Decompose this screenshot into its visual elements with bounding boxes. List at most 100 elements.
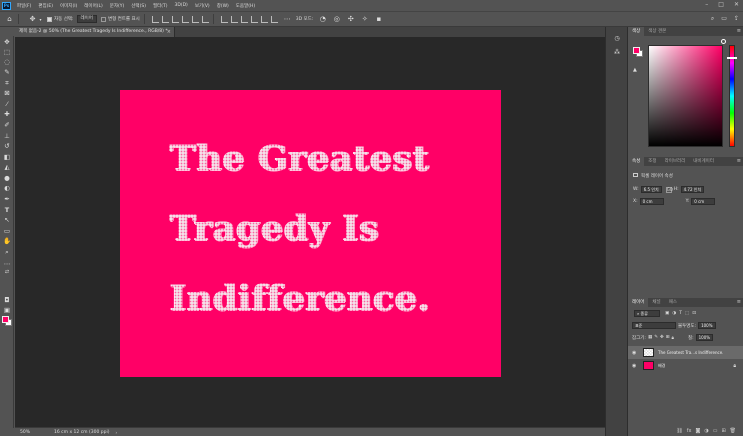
status-menu-arrow[interactable]: › bbox=[115, 430, 117, 435]
height-field[interactable]: 4.72 인치 bbox=[680, 186, 705, 193]
more-options-icon[interactable]: ⋯ bbox=[283, 15, 292, 24]
screen-mode-icon[interactable]: ▣ bbox=[3, 306, 11, 314]
lasso-tool-icon[interactable]: ◌ bbox=[3, 58, 11, 66]
frame-tool-icon[interactable]: ⊠ bbox=[3, 89, 11, 97]
filter-smart-icon[interactable]: ⊡ bbox=[692, 311, 696, 316]
share-icon[interactable]: ⇪ bbox=[734, 15, 739, 23]
panel-foreground-swatch[interactable] bbox=[633, 47, 640, 54]
hand-tool-icon[interactable]: ✋ bbox=[3, 237, 11, 245]
panel-menu-icon[interactable]: ≡ bbox=[737, 157, 741, 166]
auto-select-target-dropdown[interactable]: 레이어 bbox=[76, 15, 97, 23]
distribute-left-icon[interactable] bbox=[220, 15, 228, 23]
layer-row[interactable]: ◉ 배경 🔒︎ bbox=[628, 359, 743, 372]
menu-filter[interactable]: 필터(T) bbox=[153, 3, 168, 9]
lock-all-icon[interactable]: 🔒︎ bbox=[672, 335, 674, 341]
panel-menu-icon[interactable]: ≡ bbox=[737, 27, 741, 36]
menu-select[interactable]: 선택(S) bbox=[131, 3, 146, 9]
swap-colors-icon[interactable]: ⇄ bbox=[3, 268, 11, 276]
y-field[interactable]: 0 cm bbox=[691, 198, 716, 205]
quick-mask-icon[interactable]: ◘ bbox=[3, 296, 11, 304]
menu-layer[interactable]: 레이어(L) bbox=[84, 3, 102, 9]
fill-field[interactable]: 100% bbox=[695, 334, 714, 341]
menu-type[interactable]: 문자(Y) bbox=[110, 3, 125, 9]
history-brush-icon[interactable]: ↺ bbox=[3, 142, 11, 150]
distribute-center-icon[interactable] bbox=[230, 15, 238, 23]
filter-adjust-icon[interactable]: ◑ bbox=[672, 311, 676, 316]
lock-transparent-icon[interactable]: ▦ bbox=[648, 335, 652, 340]
visibility-eye-icon[interactable]: ◉ bbox=[632, 350, 640, 356]
hue-slider-handle[interactable] bbox=[727, 57, 737, 59]
align-bottom-icon[interactable] bbox=[201, 15, 209, 23]
opacity-field[interactable]: 100% bbox=[698, 322, 716, 329]
document-tab[interactable]: 제목 없음-2 @ 50% (The Greatest Tragedy Is I… bbox=[15, 27, 175, 37]
tab-color[interactable]: 색상 bbox=[628, 27, 645, 36]
align-center-icon[interactable] bbox=[161, 15, 169, 23]
width-field[interactable]: 6.5 인치 bbox=[640, 186, 662, 193]
crop-tool-icon[interactable]: ⌗ bbox=[3, 79, 11, 87]
rectangle-tool-icon[interactable]: ▭ bbox=[3, 227, 11, 235]
healing-brush-icon[interactable]: ✚ bbox=[3, 110, 11, 118]
search-icon[interactable]: ⌕ bbox=[711, 15, 714, 23]
brush-settings-icon[interactable]: ⁂ bbox=[613, 49, 621, 57]
color-picker-field[interactable] bbox=[648, 45, 723, 147]
new-group-icon[interactable]: ▭ bbox=[713, 428, 718, 434]
visibility-eye-icon[interactable]: ◉ bbox=[632, 363, 640, 369]
artboard[interactable]: The Greatest Tragedy Is Indifference. bbox=[120, 90, 501, 377]
tab-swatches[interactable]: 색상 견본 bbox=[644, 27, 670, 36]
zoom-tool-icon[interactable]: ⌕ bbox=[3, 248, 11, 256]
3d-scale-icon[interactable]: ▪ bbox=[374, 15, 383, 24]
menu-file[interactable]: 파일(F) bbox=[17, 3, 31, 9]
show-transform-checkbox[interactable] bbox=[100, 16, 106, 22]
menu-3d[interactable]: 3D(D) bbox=[175, 3, 188, 8]
path-select-icon[interactable]: ↖ bbox=[3, 216, 11, 224]
align-middle-icon[interactable] bbox=[191, 15, 199, 23]
add-mask-icon[interactable]: ◙ bbox=[695, 428, 700, 434]
marquee-tool-icon[interactable]: ⬚ bbox=[3, 48, 11, 56]
move-tool-icon[interactable]: ✥ bbox=[28, 15, 37, 24]
lock-move-icon[interactable]: ✥ bbox=[660, 335, 664, 340]
blur-tool-icon[interactable]: ● bbox=[3, 174, 11, 182]
align-top-icon[interactable] bbox=[181, 15, 189, 23]
dodge-tool-icon[interactable]: ◐ bbox=[3, 184, 11, 192]
clone-stamp-icon[interactable]: ⊥ bbox=[3, 132, 11, 140]
layer-style-icon[interactable]: fx bbox=[687, 428, 692, 434]
tab-adjustments[interactable]: 조정 bbox=[644, 157, 660, 166]
foreground-color-swatch[interactable] bbox=[2, 316, 9, 323]
tab-libraries[interactable]: 라이브러리 bbox=[661, 157, 690, 166]
more-tools-icon[interactable]: ⋯ bbox=[3, 260, 11, 268]
3d-orbit-icon[interactable]: ◔ bbox=[318, 15, 327, 24]
auto-select-checkbox[interactable] bbox=[47, 16, 52, 22]
new-layer-icon[interactable]: ⊞ bbox=[721, 428, 725, 434]
color-picker-cursor[interactable] bbox=[721, 39, 726, 44]
eraser-tool-icon[interactable]: ◧ bbox=[3, 153, 11, 161]
brush-tool-icon[interactable]: ✐ bbox=[3, 121, 11, 129]
layer-name[interactable]: The Greatest Tra...s Indifference. bbox=[658, 350, 723, 355]
chevron-down-icon[interactable]: ▾ bbox=[38, 15, 43, 24]
canvas-area[interactable]: The Greatest Tragedy Is Indifference. bbox=[15, 37, 605, 427]
3d-pan-icon[interactable]: ✣ bbox=[346, 15, 355, 24]
delete-layer-icon[interactable]: 🗑︎ bbox=[730, 428, 736, 434]
distribute-middle-icon[interactable] bbox=[260, 15, 268, 23]
distribute-right-icon[interactable] bbox=[240, 15, 248, 23]
align-left-icon[interactable] bbox=[151, 15, 159, 23]
home-icon[interactable]: ⌂ bbox=[5, 15, 14, 24]
minimize-button[interactable]: – bbox=[705, 1, 708, 8]
eyedropper-tool-icon[interactable]: ⁄ bbox=[3, 100, 11, 108]
paint-bucket-icon[interactable]: ◭ bbox=[3, 163, 11, 171]
pen-tool-icon[interactable]: ✒ bbox=[3, 195, 11, 203]
layer-row[interactable]: ◉ The Greatest Tra...s Indifference. bbox=[628, 346, 743, 359]
filter-shape-icon[interactable]: ⬚ bbox=[685, 311, 689, 316]
3d-slide-icon[interactable]: ✧ bbox=[360, 15, 369, 24]
menu-edit[interactable]: 편집(E) bbox=[38, 3, 53, 9]
blend-mode-dropdown[interactable]: 표준 bbox=[632, 322, 676, 329]
tab-navigator[interactable]: 내비게이터 bbox=[689, 157, 718, 166]
distribute-bottom-icon[interactable] bbox=[270, 15, 278, 23]
menu-help[interactable]: 도움말(H) bbox=[236, 3, 255, 9]
layer-filter-kind[interactable]: ⌕ 종류 bbox=[634, 310, 660, 317]
zoom-level[interactable]: 50% bbox=[20, 430, 50, 435]
align-right-icon[interactable] bbox=[171, 15, 179, 23]
hue-slider[interactable] bbox=[729, 45, 735, 147]
adjustment-layer-icon[interactable]: ◑ bbox=[704, 428, 708, 434]
move-tool-icon[interactable]: ✥ bbox=[3, 38, 11, 46]
link-layers-icon[interactable]: ⛓ bbox=[676, 428, 682, 434]
